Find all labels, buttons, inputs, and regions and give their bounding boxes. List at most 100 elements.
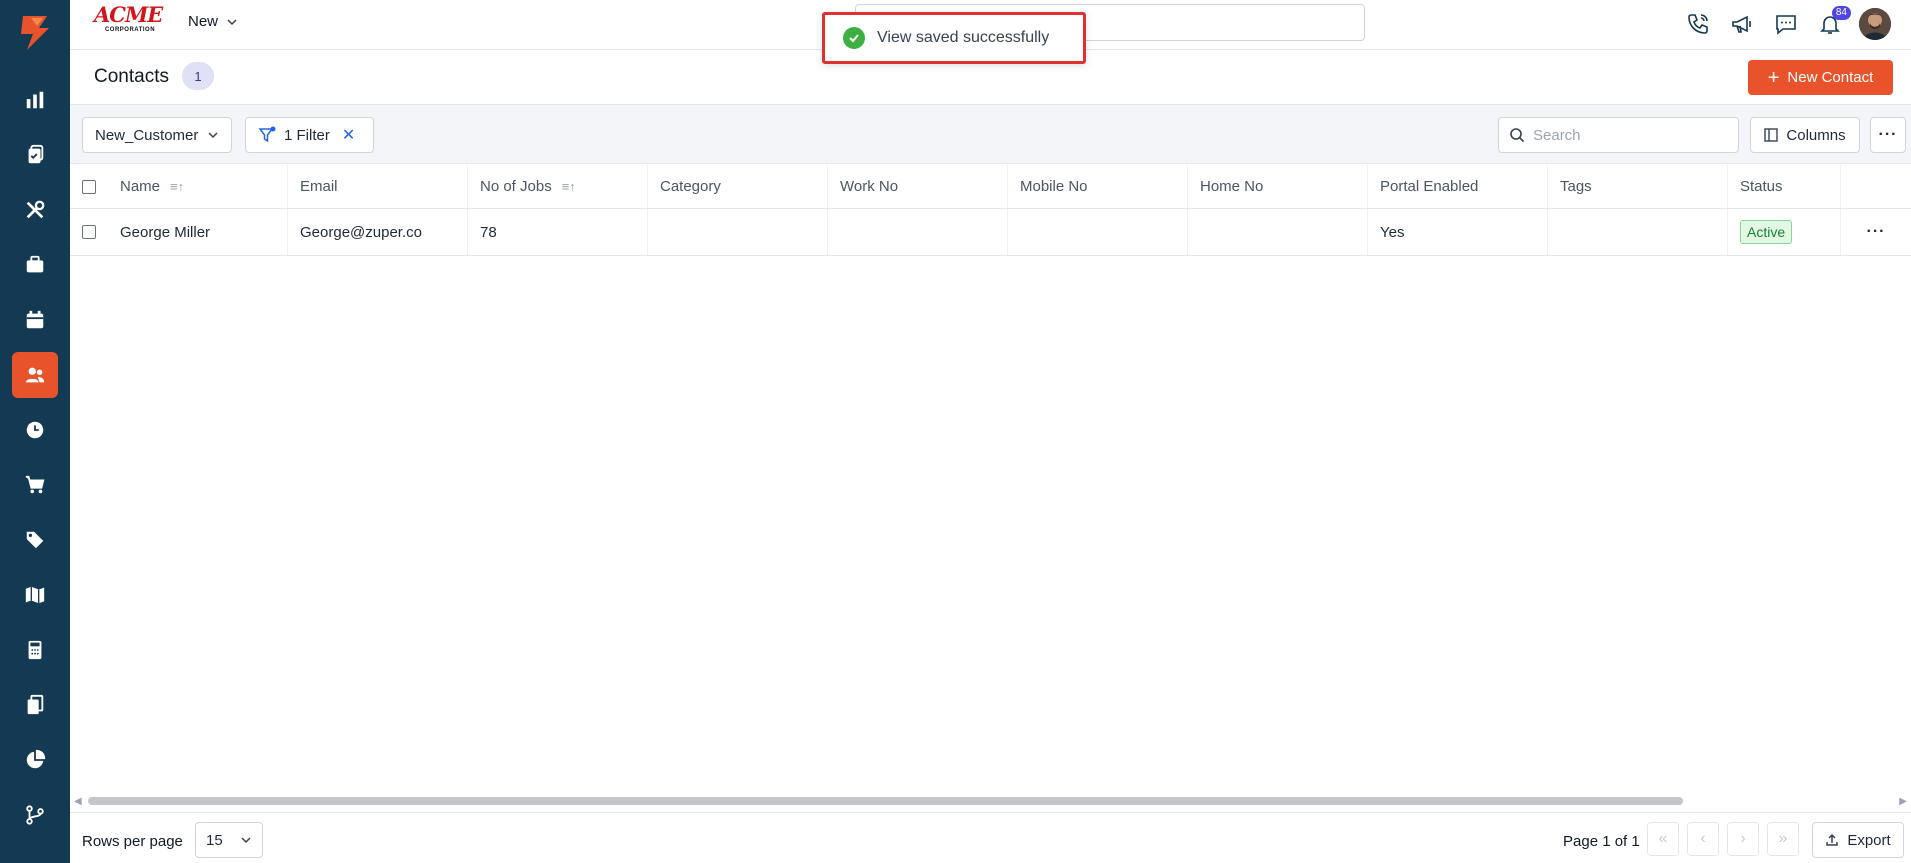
toast-message: View saved successfully — [877, 29, 1050, 46]
header-jobs-label: No of Jobs — [480, 178, 552, 195]
row-checkbox[interactable] — [82, 225, 96, 239]
prev-page-button[interactable]: ‹ — [1687, 822, 1719, 856]
search-input[interactable] — [1533, 126, 1723, 144]
workflow-icon — [26, 805, 44, 825]
new-contact-button[interactable]: + New Contact — [1748, 60, 1893, 95]
sidebar-item-timesheet[interactable] — [12, 407, 58, 453]
scroll-right-icon[interactable]: ▶ — [1899, 796, 1907, 807]
megaphone-icon[interactable] — [1727, 9, 1757, 39]
select-all-checkbox[interactable] — [82, 179, 96, 194]
reports-icon — [26, 749, 46, 769]
columns-icon — [1764, 128, 1779, 142]
cell-status: Active — [1728, 209, 1841, 255]
rows-per-page-select[interactable]: 15 — [195, 822, 263, 858]
jobs-icon — [28, 144, 44, 164]
sidebar-item-calendar[interactable] — [12, 297, 58, 343]
success-toast: View saved successfully — [822, 12, 1086, 64]
sidebar-item-cart[interactable] — [12, 462, 58, 508]
new-menu-label: New — [188, 13, 219, 30]
filter-icon — [258, 126, 276, 143]
header-name[interactable]: Name ≡↑ — [108, 165, 288, 208]
header-jobs[interactable]: No of Jobs ≡↑ — [468, 165, 648, 208]
cell-portal: Yes — [1368, 209, 1548, 255]
header-category-label: Category — [660, 178, 721, 195]
header-home[interactable]: Home No — [1188, 165, 1368, 208]
header-email[interactable]: Email — [288, 165, 468, 208]
header-status[interactable]: Status — [1728, 165, 1841, 208]
sidebar-item-documents[interactable] — [12, 682, 58, 728]
sidebar-item-tools[interactable] — [12, 187, 58, 233]
new-menu[interactable]: New — [188, 13, 238, 30]
sidebar-item-contacts[interactable] — [12, 352, 58, 398]
header-portal[interactable]: Portal Enabled — [1368, 165, 1548, 208]
header-tags[interactable]: Tags — [1548, 165, 1728, 208]
clear-filter-icon[interactable]: ✕ — [342, 125, 355, 145]
status-badge: Active — [1740, 220, 1793, 244]
cell-name[interactable]: George Miller — [108, 209, 288, 255]
row-actions-button[interactable]: ··· — [1841, 209, 1911, 255]
sidebar-item-jobs[interactable] — [12, 132, 58, 178]
chat-icon[interactable] — [1771, 9, 1801, 39]
sidebar-item-workflows[interactable] — [12, 792, 58, 838]
page-info: Page 1 of 1 — [1563, 833, 1640, 850]
sidebar-item-dashboard[interactable] — [12, 77, 58, 123]
cell-work — [828, 209, 1008, 255]
sort-icon[interactable]: ≡↑ — [170, 179, 184, 194]
first-page-button[interactable]: « — [1647, 822, 1679, 856]
avatar[interactable] — [1859, 8, 1891, 40]
header-mobile[interactable]: Mobile No — [1008, 165, 1188, 208]
brand-name: ACME — [94, 2, 163, 27]
header-actions — [1841, 165, 1911, 208]
scroll-left-icon[interactable]: ◀ — [74, 796, 82, 807]
notifications-button[interactable]: 84 — [1815, 6, 1851, 39]
cell-tags — [1548, 209, 1728, 255]
table-header-row: Name ≡↑ Email No of Jobs ≡↑ Category Work … — [70, 165, 1911, 209]
next-page-button[interactable]: › — [1727, 822, 1759, 856]
filter-chip[interactable]: 1 Filter ✕ — [245, 117, 374, 153]
cell-mobile — [1008, 209, 1188, 255]
filter-label: 1 Filter — [284, 126, 330, 144]
table-footer: Rows per page 15 Page 1 of 1 « ‹ › » Exp… — [70, 812, 1911, 863]
view-select[interactable]: New_Customer — [82, 117, 232, 153]
chevron-down-icon — [227, 18, 237, 25]
header-portal-label: Portal Enabled — [1380, 178, 1479, 195]
rows-per-page-value: 15 — [206, 831, 223, 849]
sidebar-item-map[interactable] — [12, 572, 58, 618]
header-work-label: Work No — [840, 178, 899, 195]
sidebar-item-pricing[interactable] — [12, 517, 58, 563]
view-select-value: New_Customer — [95, 126, 199, 144]
export-label: Export — [1847, 831, 1891, 849]
dashboard-icon — [26, 91, 44, 109]
export-button[interactable]: Export — [1812, 822, 1904, 858]
columns-button[interactable]: Columns — [1750, 117, 1860, 153]
row-select-cell — [70, 209, 108, 255]
header-category[interactable]: Category — [648, 165, 828, 208]
sidebar-item-projects[interactable] — [12, 242, 58, 288]
contacts-icon — [25, 367, 45, 383]
sidebar-item-estimates[interactable] — [12, 627, 58, 673]
horizontal-scrollbar[interactable]: ◀ ▶ — [70, 793, 1911, 809]
sort-icon[interactable]: ≡↑ — [562, 179, 576, 194]
sidebar — [0, 0, 70, 863]
header-work[interactable]: Work No — [828, 165, 1008, 208]
header-name-label: Name — [120, 178, 161, 195]
notification-count-badge: 84 — [1831, 6, 1851, 20]
phone-icon[interactable] — [1683, 9, 1713, 39]
sidebar-item-reports[interactable] — [12, 737, 58, 783]
ellipsis-icon: ··· — [1878, 126, 1898, 143]
clock-icon — [26, 421, 44, 439]
scrollbar-thumb[interactable] — [88, 797, 1683, 805]
last-page-button[interactable]: » — [1767, 822, 1799, 856]
contacts-table: Name ≡↑ Email No of Jobs ≡↑ Category Work … — [70, 165, 1911, 256]
more-options-button[interactable]: ··· — [1870, 117, 1906, 153]
table-row[interactable]: George Miller George@zuper.co 78 Yes Act… — [70, 209, 1911, 256]
plus-icon: + — [1767, 66, 1780, 89]
brand-logo[interactable]: ACME CORPORATION — [94, 4, 166, 36]
ellipsis-icon: ··· — [1866, 223, 1886, 240]
contacts-count-badge: 1 — [182, 62, 214, 90]
app-logo-icon[interactable] — [13, 12, 55, 54]
tools-icon — [26, 200, 45, 219]
double-chevron-right-icon: » — [1778, 830, 1788, 847]
new-contact-label: New Contact — [1787, 69, 1874, 86]
cell-home — [1188, 209, 1368, 255]
